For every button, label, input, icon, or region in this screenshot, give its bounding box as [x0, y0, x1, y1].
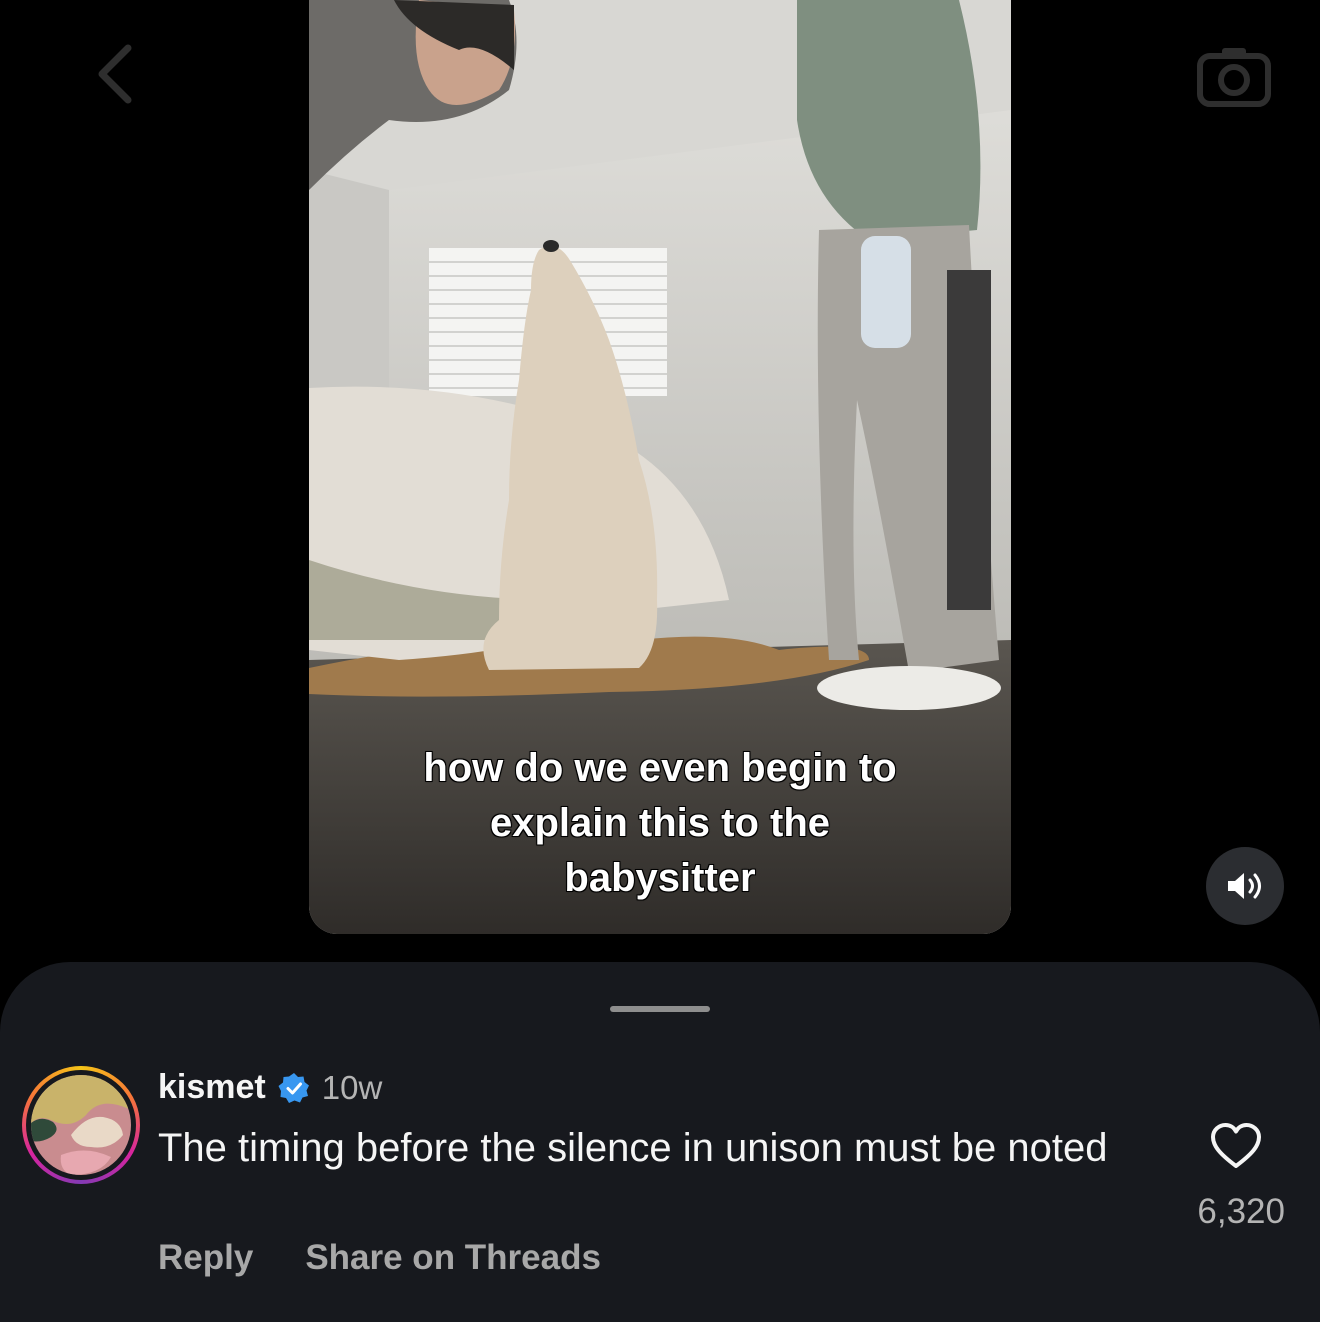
comment-header: kismet 10w [158, 1068, 382, 1107]
caption-line: babysitter [564, 855, 757, 900]
comment-text: The timing before the silence in unison … [158, 1126, 1108, 1170]
camera-icon[interactable] [1196, 44, 1272, 108]
chevron-left-icon[interactable] [92, 42, 136, 106]
avatar-image [31, 1075, 131, 1175]
caption-line: how do we even begin to [423, 745, 898, 790]
heart-outline-icon[interactable] [1210, 1122, 1262, 1170]
reply-button[interactable]: Reply [158, 1238, 253, 1278]
sheet-grabber[interactable] [610, 1006, 710, 1012]
verified-badge-icon [278, 1072, 309, 1103]
comment-actions: Reply Share on Threads [158, 1238, 601, 1278]
comment-time: 10w [321, 1068, 383, 1106]
like-count: 6,320 [1197, 1192, 1285, 1231]
sound-toggle-button[interactable] [1206, 847, 1284, 925]
share-on-threads-button[interactable]: Share on Threads [305, 1238, 601, 1278]
caption-line: explain this to the [489, 800, 831, 845]
comments-sheet: kismet 10w The timing before the silence… [0, 962, 1320, 1322]
video-caption: how do we even begin to explain this to … [309, 741, 1011, 906]
avatar[interactable] [22, 1066, 140, 1184]
video-player[interactable]: how do we even begin to explain this to … [309, 0, 1011, 934]
comment-username[interactable]: kismet [158, 1068, 266, 1107]
speaker-on-icon [1228, 873, 1261, 899]
